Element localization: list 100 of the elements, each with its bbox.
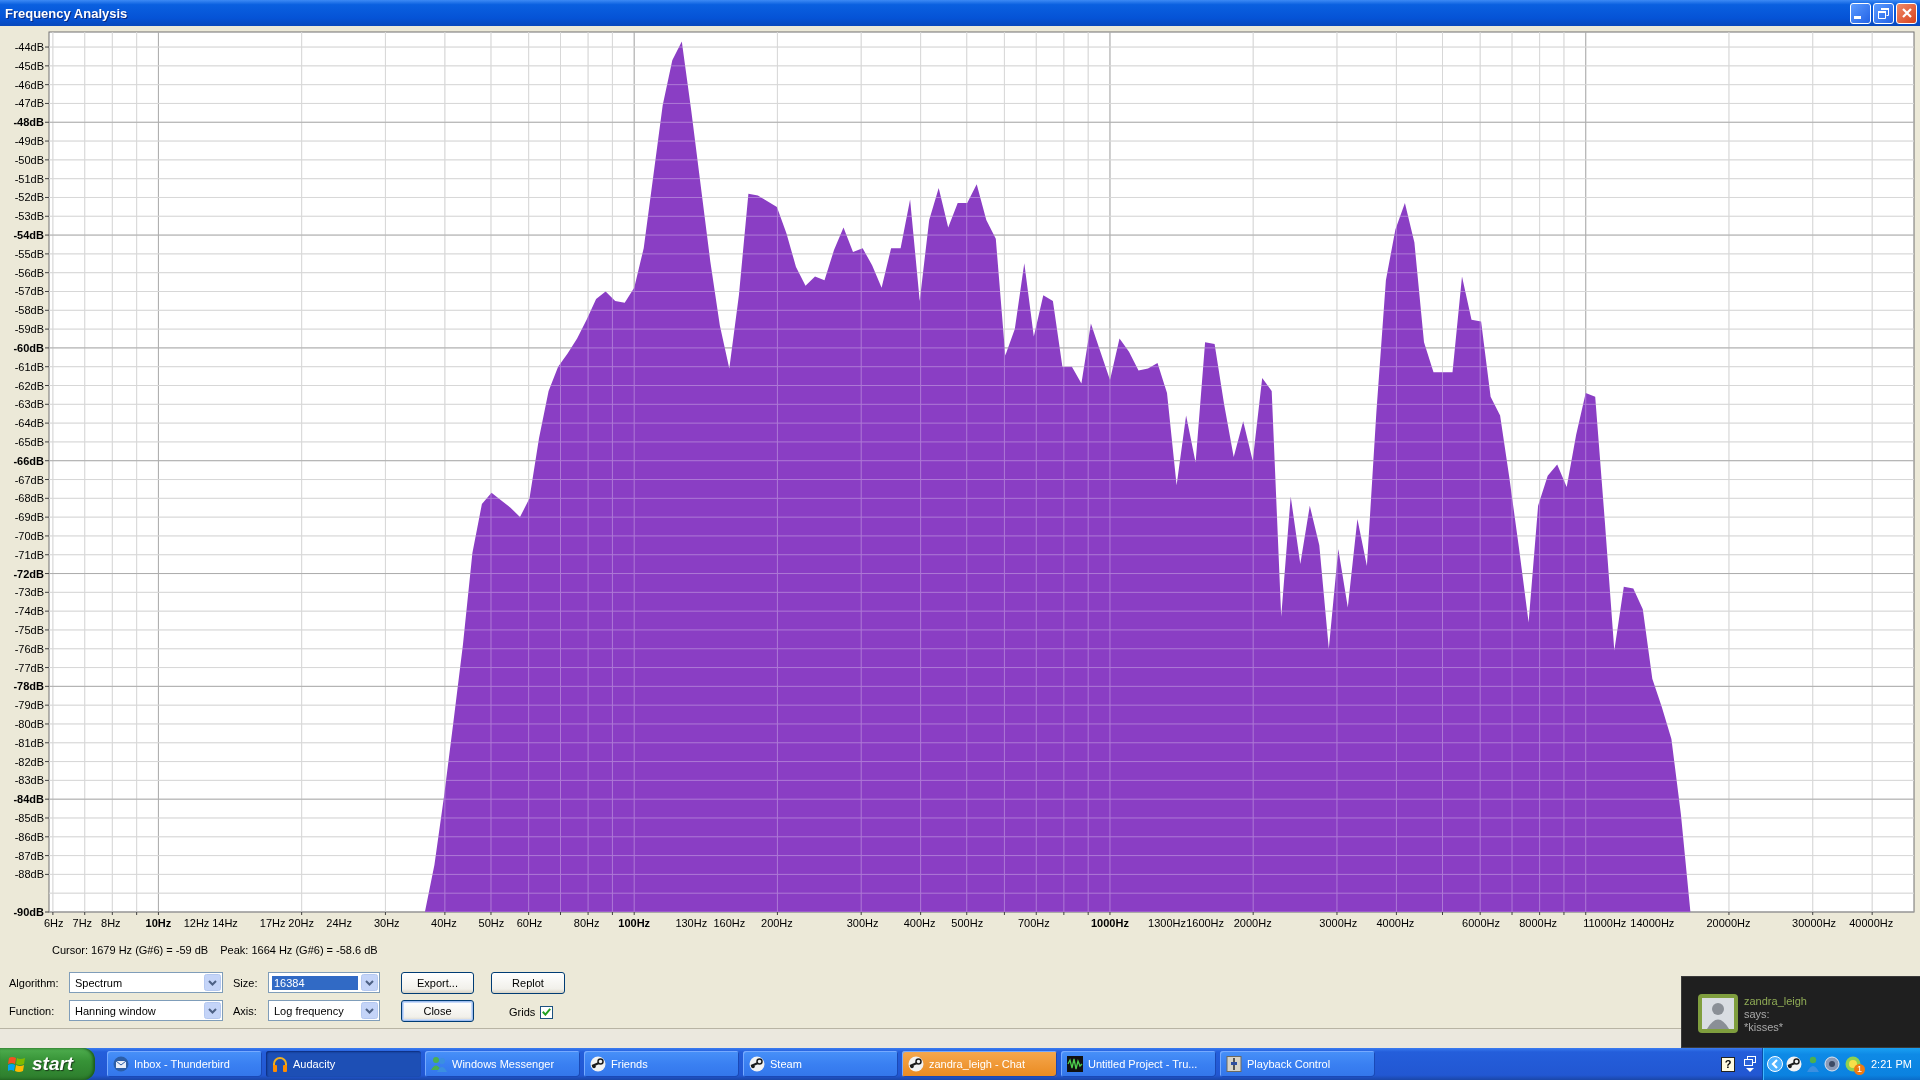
dropdown-label: Function: — [9, 1004, 56, 1017]
restore-button[interactable] — [1873, 2, 1894, 24]
grids-checkbox[interactable] — [540, 1005, 554, 1019]
chevron-left-icon[interactable] — [1767, 1056, 1783, 1072]
y-axis-label: -88dB — [14, 868, 44, 881]
lever-icon[interactable] — [1786, 1056, 1802, 1072]
dropdown[interactable]: Hanning window — [69, 1000, 223, 1021]
y-axis-label: -85dB — [14, 812, 44, 824]
taskbar-button[interactable]: Steam — [743, 1051, 898, 1077]
x-axis-label: 50Hz — [478, 917, 505, 929]
dialog-button[interactable]: Export... — [401, 971, 474, 994]
x-axis-label: 30000Hz — [1792, 917, 1837, 929]
cursor-readout: Cursor: 1679 Hz (G#6) = -59 dB — [52, 943, 209, 957]
taskbar-button[interactable]: Untitled Project - Tru... — [1061, 1051, 1216, 1077]
x-axis-label: 20000Hz — [1706, 917, 1751, 929]
taskbar-button[interactable]: Friends — [584, 1051, 739, 1077]
start-button[interactable]: start — [0, 1048, 95, 1080]
y-axis-label: -63dB — [14, 398, 44, 411]
x-axis-label: 300Hz — [846, 917, 879, 929]
x-axis-label: 20Hz — [288, 917, 314, 929]
x-axis-label: 14Hz — [212, 917, 238, 929]
x-axis-label: 14000Hz — [1630, 917, 1675, 929]
y-axis-label: -76dB — [14, 642, 44, 655]
y-axis-label: -87dB — [14, 849, 44, 862]
x-axis-label: 400Hz — [903, 917, 936, 929]
count-badge: 1 — [1854, 1064, 1865, 1075]
x-axis-label: 700Hz — [1017, 917, 1050, 929]
x-axis-label: 130Hz — [675, 917, 708, 929]
x-axis-label: 24Hz — [326, 917, 353, 929]
avatar-icon — [1698, 994, 1738, 1033]
taskbar-button[interactable]: Playback Control — [1220, 1051, 1375, 1077]
y-axis-label: -69dB — [14, 511, 44, 524]
y-axis-label: -82dB — [14, 755, 44, 768]
x-axis-label: 11000Hz — [1583, 917, 1627, 929]
x-axis-label: 8Hz — [101, 917, 121, 929]
lever-icon — [749, 1056, 765, 1072]
y-axis-label: -70dB — [14, 529, 44, 542]
dropdown[interactable]: Log frequency — [268, 1000, 380, 1021]
flag-icon — [8, 1055, 26, 1073]
notification-popup[interactable]: zandra_leigh says: *kisses* — [1681, 976, 1920, 1048]
taskbar-button[interactable]: Inbox - Thunderbird — [107, 1051, 262, 1077]
x-axis-label: 1000Hz — [1091, 917, 1129, 929]
x-axis-label: 80Hz — [573, 917, 600, 929]
dropdown[interactable]: Spectrum — [69, 972, 223, 993]
chevron-down-icon — [204, 974, 221, 991]
taskbar-button[interactable]: Windows Messenger — [425, 1051, 580, 1077]
dropdown[interactable]: 16384 — [268, 972, 380, 993]
y-axis-label: -86dB — [14, 830, 44, 843]
help-icon[interactable]: ? — [1721, 1056, 1735, 1072]
minimize-button[interactable] — [1850, 2, 1871, 24]
y-axis-label: -84dB — [13, 793, 44, 806]
x-axis-label: 3000Hz — [1319, 917, 1358, 929]
y-axis-label: -90dB — [13, 906, 44, 918]
y-axis-label: -67dB — [14, 473, 44, 486]
x-axis-label: 30Hz — [373, 917, 400, 929]
close-icon — [1901, 8, 1912, 18]
restore-icon — [1878, 7, 1889, 19]
x-axis-label: 12Hz — [183, 917, 210, 929]
y-axis-label: -81dB — [14, 736, 44, 749]
grids-label: Grids — [509, 1006, 536, 1018]
x-axis-label: 1600Hz — [1186, 917, 1225, 929]
lever-icon — [590, 1056, 606, 1072]
y-axis-label: -54dB — [13, 229, 44, 242]
y-axis-label: -75dB — [14, 623, 44, 636]
x-axis-label: 100Hz — [618, 917, 651, 929]
notification-message: *kisses* — [1744, 1021, 1785, 1034]
y-axis-label: -64dB — [14, 417, 44, 430]
lever-icon — [908, 1056, 924, 1072]
y-axis-label: -68dB — [14, 492, 44, 505]
clock: 2:21 PM — [1871, 1058, 1912, 1070]
close-button[interactable] — [1896, 2, 1917, 24]
disc-icon[interactable] — [1824, 1056, 1840, 1072]
y-axis-label: -47dB — [14, 97, 44, 110]
slider-panel-icon — [1226, 1056, 1242, 1072]
waveform-icon — [1067, 1056, 1083, 1072]
notification-verb: says: — [1744, 1008, 1771, 1021]
y-axis-label: -49dB — [14, 135, 44, 148]
sender-name: zandra_leigh — [1744, 995, 1807, 1008]
y-axis-label: -50dB — [14, 153, 44, 166]
x-axis-label: 6Hz — [44, 917, 64, 929]
y-axis-label: -45dB — [14, 59, 44, 72]
dialog-button[interactable]: Replot — [491, 971, 565, 994]
x-axis-label: 500Hz — [951, 917, 984, 929]
y-axis-label: -52dB — [14, 191, 44, 204]
x-axis-label: 10Hz — [145, 917, 172, 929]
y-axis-label: -46dB — [14, 78, 44, 91]
headphones-icon — [272, 1056, 288, 1072]
x-axis-label: 1300Hz — [1148, 917, 1186, 929]
x-axis-label: 60Hz — [516, 917, 543, 929]
window-arrow-icon[interactable] — [1744, 1056, 1756, 1072]
taskbar-button[interactable]: Audacity — [266, 1051, 421, 1077]
y-axis-label: -61dB — [14, 360, 44, 373]
y-axis-label: -78dB — [13, 680, 44, 693]
minimize-icon — [1854, 15, 1861, 19]
peak-readout: Peak: 1664 Hz (G#6) = -58.6 dB — [220, 943, 378, 957]
y-axis-label: -62dB — [14, 379, 44, 392]
x-axis-label: 17Hz — [259, 917, 286, 929]
y-axis-label: -56dB — [14, 266, 44, 279]
dialog-button[interactable]: Close — [401, 999, 474, 1022]
x-axis-label: 7Hz — [72, 917, 93, 929]
